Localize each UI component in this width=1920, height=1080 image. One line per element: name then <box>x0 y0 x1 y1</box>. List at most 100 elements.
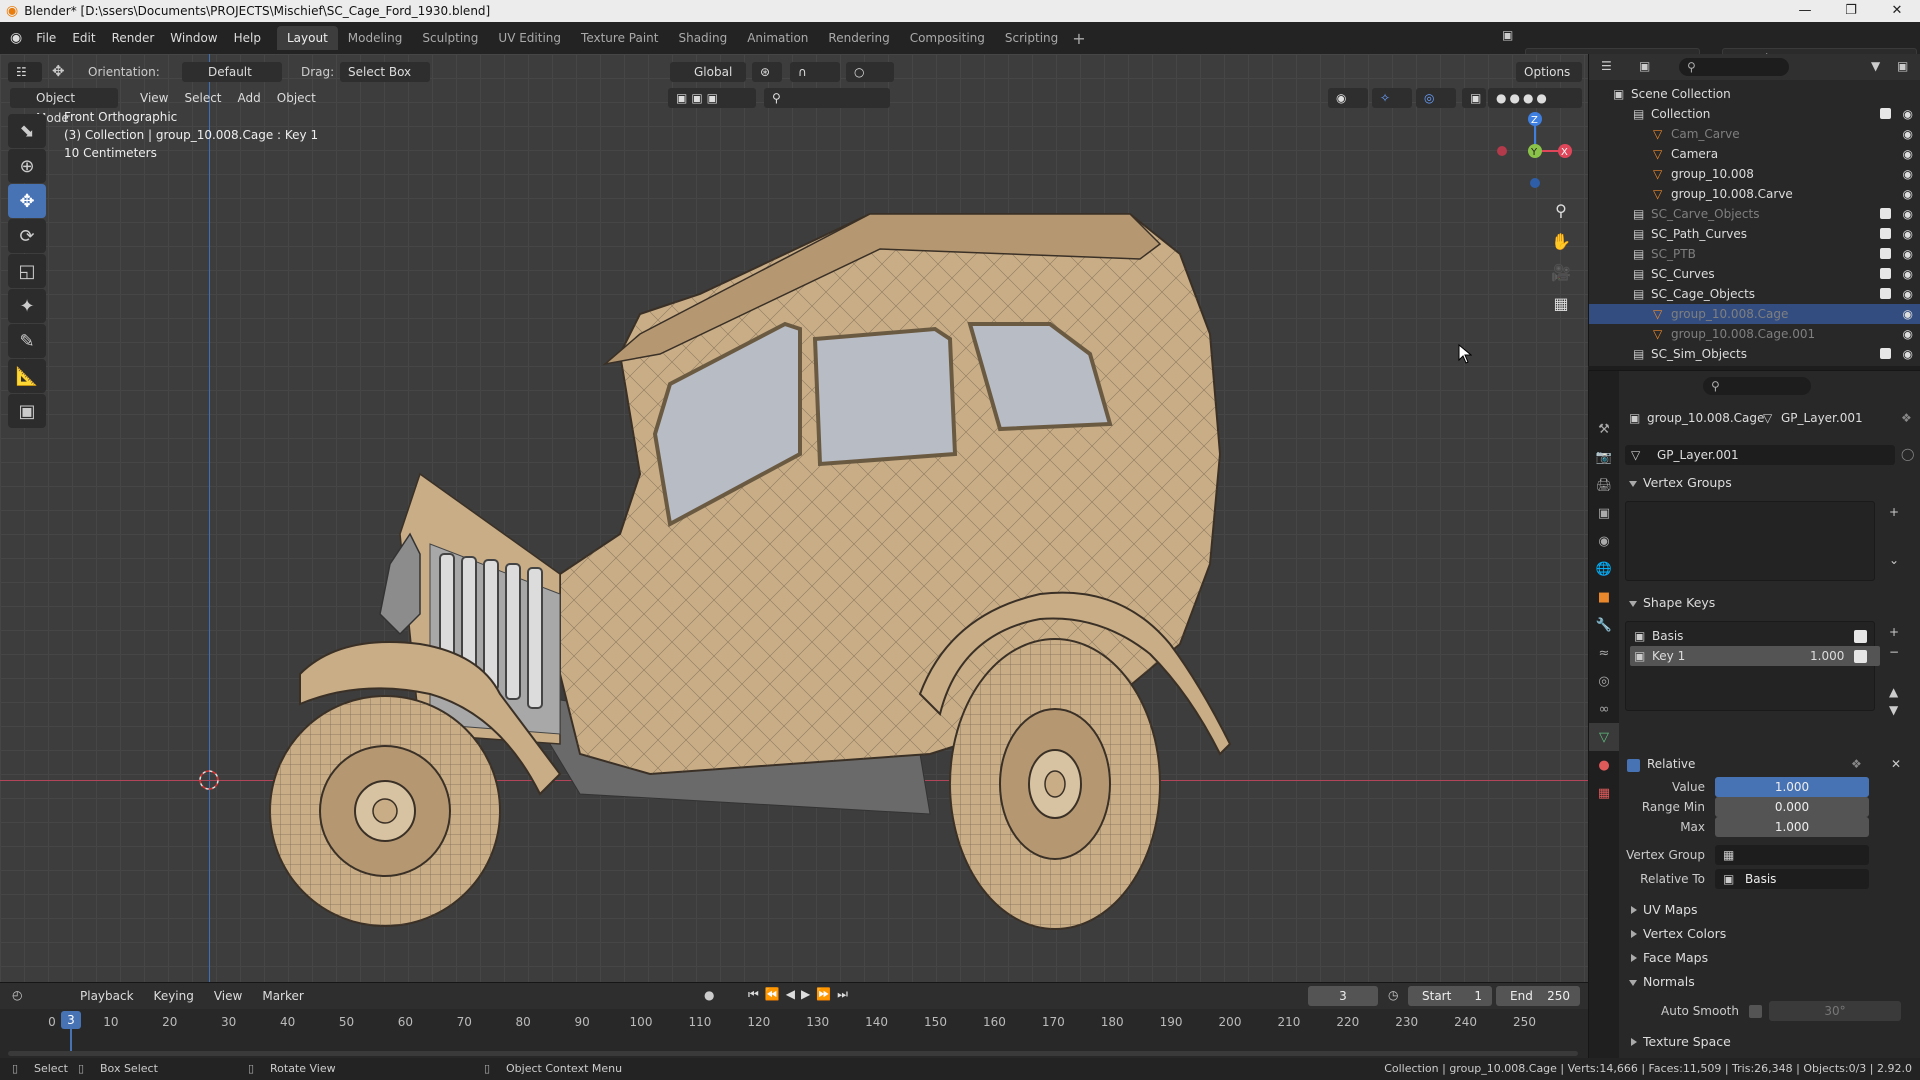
cursor-tool[interactable]: ⊕ <box>8 149 46 183</box>
3d-viewport[interactable]: Z X Y ☷ ✥ Orientation: Default Drag: Sel… <box>0 54 1588 982</box>
shape-key-basis-checkbox[interactable] <box>1854 630 1867 643</box>
tab-sculpting[interactable]: Sculpting <box>412 26 488 50</box>
visibility-eye-icon[interactable]: ◉ <box>1903 344 1913 364</box>
exclude-checkbox[interactable] <box>1880 268 1891 279</box>
tab-modeling[interactable]: Modeling <box>338 26 413 50</box>
add-workspace-button[interactable]: + <box>1072 29 1085 48</box>
material-tab-icon[interactable]: ● <box>1589 751 1619 779</box>
shape-keys-list[interactable]: ▣ Basis ▣ Key 1 1.000 <box>1625 621 1880 711</box>
playhead[interactable]: 3 <box>61 1011 81 1029</box>
constraints-tab-icon[interactable]: ∞ <box>1589 695 1619 723</box>
tab-uv-editing[interactable]: UV Editing <box>488 26 571 50</box>
overlay-toggle[interactable]: ◎ <box>1416 88 1456 108</box>
drag-dropdown[interactable]: Select Box <box>340 62 430 82</box>
tab-layout[interactable]: Layout <box>276 26 338 50</box>
visibility-eye-icon[interactable]: ◉ <box>1903 184 1913 204</box>
viewport-search-field[interactable]: ⚲ <box>764 88 890 108</box>
end-frame-field[interactable]: End 250 <box>1496 986 1580 1006</box>
texture-tab-icon[interactable]: ▦ <box>1589 779 1619 807</box>
range-min-field[interactable]: 0.000 <box>1715 797 1869 817</box>
viewport-menu-object[interactable]: Object <box>269 88 324 108</box>
editor-type-button[interactable]: ☷ <box>8 62 42 82</box>
timeline-menu-keying[interactable]: Keying <box>144 983 204 1009</box>
outliner-row[interactable]: ▤ SC_Carve_Objects ◉ <box>1589 204 1920 224</box>
tab-scripting[interactable]: Scripting <box>995 26 1068 50</box>
properties-search[interactable]: ⚲ <box>1703 377 1811 395</box>
visibility-eye-icon[interactable]: ◉ <box>1903 144 1913 164</box>
exclude-checkbox[interactable] <box>1880 348 1891 359</box>
start-frame-field[interactable]: Start 1 <box>1408 986 1492 1006</box>
physics-tab-icon[interactable]: ◎ <box>1589 667 1619 695</box>
outliner-row[interactable]: ▽ group_10.008.Carve ◉ <box>1589 184 1920 204</box>
menu-help[interactable]: Help <box>226 31 269 45</box>
record-icon[interactable]: ● <box>704 988 714 1002</box>
exclude-checkbox[interactable] <box>1880 248 1891 259</box>
menu-render[interactable]: Render <box>104 31 163 45</box>
scale-tool[interactable]: ◱ <box>8 254 46 288</box>
exclude-checkbox[interactable] <box>1880 288 1891 299</box>
tab-compositing[interactable]: Compositing <box>900 26 995 50</box>
shape-key-value[interactable]: 1.000 <box>1810 646 1844 666</box>
pin-icon[interactable]: ❖ <box>1901 411 1912 425</box>
outliner-row[interactable]: ▽ Cam_Carve ◉ <box>1589 124 1920 144</box>
measure-tool[interactable]: 📐 <box>8 359 46 393</box>
outliner-row[interactable]: ▤ SC_Cage_Objects ◉ <box>1589 284 1920 304</box>
pivot-dropdown[interactable]: ⊛ <box>752 62 782 82</box>
view-layer-tab-icon[interactable]: ▣ <box>1589 499 1619 527</box>
visibility-eye-icon[interactable]: ◉ <box>1903 244 1913 264</box>
shape-keys-section[interactable]: Shape Keys <box>1619 592 1920 614</box>
visibility-eye-icon[interactable]: ◉ <box>1903 284 1913 304</box>
minimize-button[interactable]: — <box>1782 0 1828 22</box>
outliner-row[interactable]: ▤ Collection ◉ <box>1589 104 1920 124</box>
maximize-button[interactable]: ❐ <box>1828 0 1874 22</box>
current-frame-field[interactable]: 3 <box>1308 986 1378 1006</box>
display-mode-icon[interactable]: ▣ <box>1639 59 1650 73</box>
scene-tab-icon[interactable]: ◉ <box>1589 527 1619 555</box>
menu-edit[interactable]: Edit <box>64 31 103 45</box>
filter-icon[interactable]: ▼ <box>1871 59 1880 73</box>
mesh-data-tab-icon[interactable]: ▽ <box>1589 723 1619 751</box>
gizmo-toggle[interactable]: ✧ <box>1372 88 1412 108</box>
tab-shading[interactable]: Shading <box>668 26 737 50</box>
annotate-tool[interactable]: ✎ <box>8 324 46 358</box>
shape-key-basis[interactable]: ▣ Basis <box>1630 626 1880 646</box>
outliner-row[interactable]: ▽ group_10.008.Cage ◉ <box>1589 304 1920 324</box>
shape-key-add-button[interactable]: + <box>1889 625 1899 639</box>
relative-checkbox[interactable] <box>1627 759 1640 772</box>
output-tab-icon[interactable]: 🖨 <box>1589 471 1619 499</box>
normals-section[interactable]: Normals <box>1619 971 1920 993</box>
outliner-row[interactable]: ▽ group_10.008 ◉ <box>1589 164 1920 184</box>
transform-tool[interactable]: ✦ <box>8 289 46 323</box>
xray-toggle[interactable]: ▣ <box>1462 88 1486 108</box>
visibility-eye-icon[interactable]: ◉ <box>1903 304 1913 324</box>
shape-key-remove-button[interactable]: − <box>1889 645 1899 659</box>
visibility-eye-icon[interactable]: ◉ <box>1903 324 1913 344</box>
viewport-menu-select[interactable]: Select <box>176 88 229 108</box>
vertex-groups-list[interactable] <box>1625 501 1875 581</box>
outliner-row[interactable]: ▽ Camera ◉ <box>1589 144 1920 164</box>
close-button[interactable]: ✕ <box>1874 0 1920 22</box>
car-model[interactable]: Z X Y <box>0 54 1588 982</box>
timeline-menu-view[interactable]: View <box>204 983 252 1009</box>
3d-cursor[interactable] <box>199 770 219 790</box>
clock-icon[interactable]: ◷ <box>1388 988 1398 1002</box>
shape-key-move-up-button[interactable]: ▲ <box>1889 685 1898 699</box>
object-tab-icon[interactable]: ■ <box>1589 583 1619 611</box>
outliner-row[interactable]: ▣ Scene Collection <box>1589 84 1920 104</box>
playback-controls[interactable]: ⏮⏪◀▶⏩⏭ <box>748 987 854 1002</box>
blender-menu-icon[interactable]: ◉ <box>10 30 22 46</box>
viewport-menu-view[interactable]: View <box>132 88 176 108</box>
tab-rendering[interactable]: Rendering <box>818 26 899 50</box>
tab-texture-paint[interactable]: Texture Paint <box>571 26 668 50</box>
auto-smooth-checkbox[interactable] <box>1749 1005 1762 1018</box>
proportional-edit-toggle[interactable]: ○ <box>846 62 894 82</box>
visibility-eye-icon[interactable]: ◉ <box>1903 204 1913 224</box>
timeline-menu-playback[interactable]: Playback <box>70 983 144 1009</box>
rotate-tool[interactable]: ⟳ <box>8 219 46 253</box>
outliner-row[interactable]: ▤ SC_Curves ◉ <box>1589 264 1920 284</box>
auto-smooth-angle[interactable]: 30° <box>1769 1001 1901 1021</box>
selection-mode-buttons[interactable]: ▣▣▣ <box>668 88 756 108</box>
texture-space-section[interactable]: Texture Space <box>1619 1031 1920 1053</box>
world-tab-icon[interactable]: 🌐 <box>1589 555 1619 583</box>
visibility-eye-icon[interactable]: ◉ <box>1903 164 1913 184</box>
